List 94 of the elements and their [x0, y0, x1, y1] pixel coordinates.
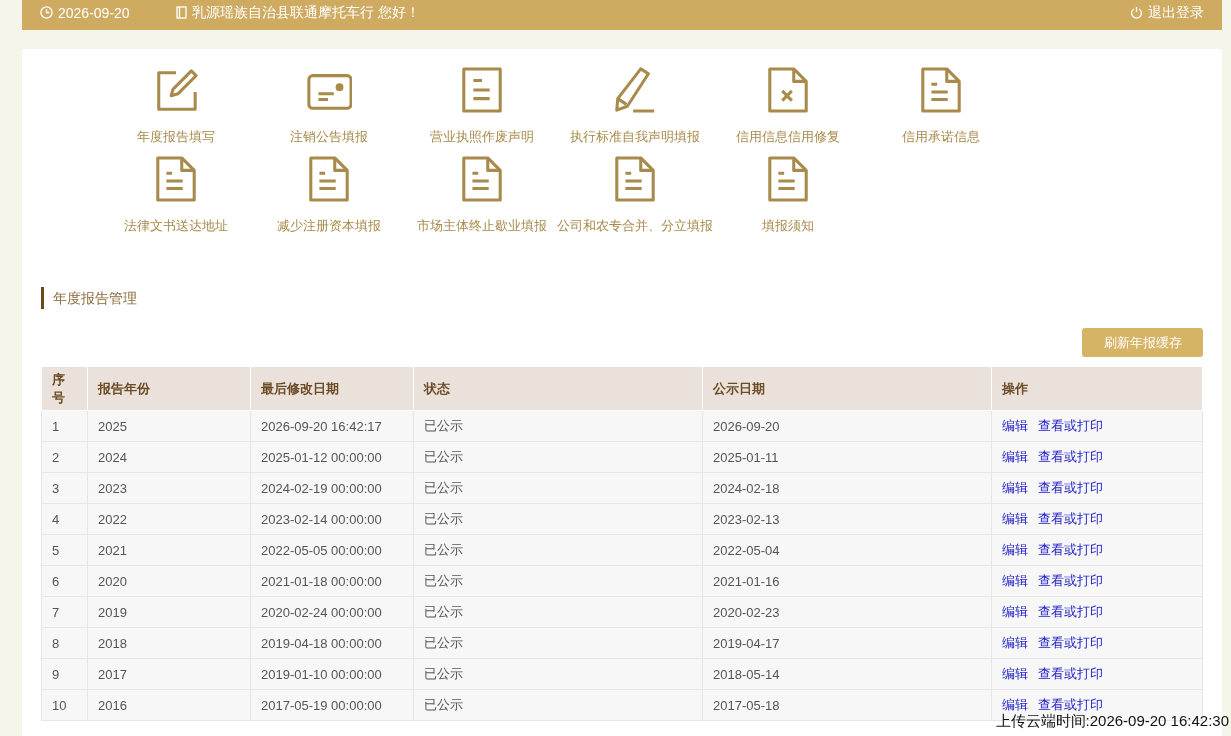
upload-time: 上传云端时间:2026-09-20 16:42:30 [995, 712, 1229, 731]
action-link[interactable]: 查看或打印 [1038, 449, 1103, 464]
action-link[interactable]: 编辑 [1002, 573, 1028, 588]
table-cell: 已公示 [413, 627, 703, 659]
table-cell: 2025-01-11 [702, 441, 992, 473]
column-header: 操作 [991, 366, 1203, 411]
table-cell: 2025-01-12 00:00:00 [250, 441, 414, 473]
table-cell: 2017-05-19 00:00:00 [250, 689, 414, 721]
action-link[interactable]: 查看或打印 [1038, 542, 1103, 557]
action-link[interactable]: 查看或打印 [1038, 418, 1103, 433]
table-cell: 6 [41, 565, 88, 597]
table-cell: 1 [41, 410, 88, 442]
clock-icon [40, 6, 53, 19]
table-cell: 2021-01-16 [702, 565, 992, 597]
action-link[interactable]: 查看或打印 [1038, 573, 1103, 588]
action-link[interactable]: 查看或打印 [1038, 666, 1103, 681]
action-link[interactable]: 查看或打印 [1038, 635, 1103, 650]
column-header: 序号 [41, 366, 88, 411]
table-cell: 已公示 [413, 410, 703, 442]
action-link[interactable]: 编辑 [1002, 666, 1028, 681]
action-link[interactable]: 查看或打印 [1038, 480, 1103, 495]
action-link[interactable]: 编辑 [1002, 480, 1028, 495]
table-cell: 已公示 [413, 565, 703, 597]
table-cell: 2022-05-05 00:00:00 [250, 534, 414, 566]
table-cell: 2026-09-20 [702, 410, 992, 442]
table-cell: 3 [41, 472, 88, 504]
table-cell: 已公示 [413, 441, 703, 473]
table-cell: 2019-01-10 00:00:00 [250, 658, 414, 690]
table-cell: 8 [41, 627, 88, 659]
greeting-text: 乳源瑶族自治县联通摩托车行 您好！ [191, 3, 420, 22]
shortcut-item[interactable]: 法律文书送达地址 [99, 156, 252, 237]
table-cell: 2022 [87, 503, 251, 535]
table-cell: 2018-05-14 [702, 658, 992, 690]
column-header: 最后修改日期 [250, 366, 414, 411]
table-cell: 2019-04-18 00:00:00 [250, 627, 414, 659]
table-cell: 2020-02-23 [702, 596, 992, 628]
shortcut-item[interactable]: 公司和农专合并、分立填报 [558, 156, 711, 237]
table-cell: 2020-02-24 00:00:00 [250, 596, 414, 628]
table-cell: 2 [41, 441, 88, 473]
table-cell: 已公示 [413, 596, 703, 628]
shortcut-item[interactable]: 年度报告填写 [99, 67, 252, 148]
table-cell: 已公示 [413, 658, 703, 690]
action-link[interactable]: 编辑 [1002, 635, 1028, 650]
table-cell: 已公示 [413, 503, 703, 535]
table-cell: 2017 [87, 658, 251, 690]
shortcut-item[interactable]: 信用承诺信息 [864, 67, 1017, 148]
table-cell: 2021 [87, 534, 251, 566]
shortcut-item[interactable]: 营业执照作废声明 [405, 67, 558, 148]
table-cell: 已公示 [413, 534, 703, 566]
section-title: 年度报告管理 [41, 287, 1203, 309]
shortcut-item[interactable]: 执行标准自我声明填报 [558, 67, 711, 148]
table-cell: 已公示 [413, 689, 703, 721]
table-cell: 2026-09-20 16:42:17 [250, 410, 414, 442]
column-header: 公示日期 [702, 366, 992, 411]
table-cell: 2024-02-18 [702, 472, 992, 504]
action-link[interactable]: 查看或打印 [1038, 604, 1103, 619]
table-cell: 5 [41, 534, 88, 566]
table-cell: 2017-05-18 [702, 689, 992, 721]
column-header: 报告年份 [87, 366, 251, 411]
table-cell: 2023 [87, 472, 251, 504]
table-cell: 2019 [87, 596, 251, 628]
table-cell: 已公示 [413, 472, 703, 504]
table-cell: 2024-02-19 00:00:00 [250, 472, 414, 504]
table-cell: 2020 [87, 565, 251, 597]
action-link[interactable]: 编辑 [1002, 697, 1028, 712]
action-link[interactable]: 编辑 [1002, 418, 1028, 433]
table-cell: 2023-02-13 [702, 503, 992, 535]
action-link[interactable]: 查看或打印 [1038, 511, 1103, 526]
action-link[interactable]: 编辑 [1002, 604, 1028, 619]
shortcut-item[interactable]: 填报须知 [711, 156, 864, 237]
action-link[interactable]: 编辑 [1002, 542, 1028, 557]
shortcut-item[interactable]: 信用信息信用修复 [711, 67, 864, 148]
action-link[interactable]: 编辑 [1002, 449, 1028, 464]
table-cell: 4 [41, 503, 88, 535]
table-cell: 9 [41, 658, 88, 690]
table-cell: 2016 [87, 689, 251, 721]
table-cell: 2025 [87, 410, 251, 442]
table-cell: 2021-01-18 00:00:00 [250, 565, 414, 597]
table-cell: 7 [41, 596, 88, 628]
current-date: 2026-09-20 [58, 4, 130, 21]
power-icon [1130, 6, 1143, 19]
action-link[interactable]: 编辑 [1002, 511, 1028, 526]
table-cell: 2022-05-04 [702, 534, 992, 566]
shortcut-item[interactable]: 市场主体终止歇业填报 [405, 156, 558, 237]
table-cell: 2023-02-14 00:00:00 [250, 503, 414, 535]
table-cell: 2019-04-17 [702, 627, 992, 659]
book-icon [175, 6, 187, 19]
table-cell: 10 [41, 689, 88, 721]
shortcut-item[interactable]: 减少注册资本填报 [252, 156, 405, 237]
shortcut-item[interactable]: 注销公告填报 [252, 67, 405, 148]
table-cell: 2018 [87, 627, 251, 659]
action-link[interactable]: 查看或打印 [1038, 697, 1103, 712]
table-cell: 2024 [87, 441, 251, 473]
column-header: 状态 [413, 366, 703, 411]
